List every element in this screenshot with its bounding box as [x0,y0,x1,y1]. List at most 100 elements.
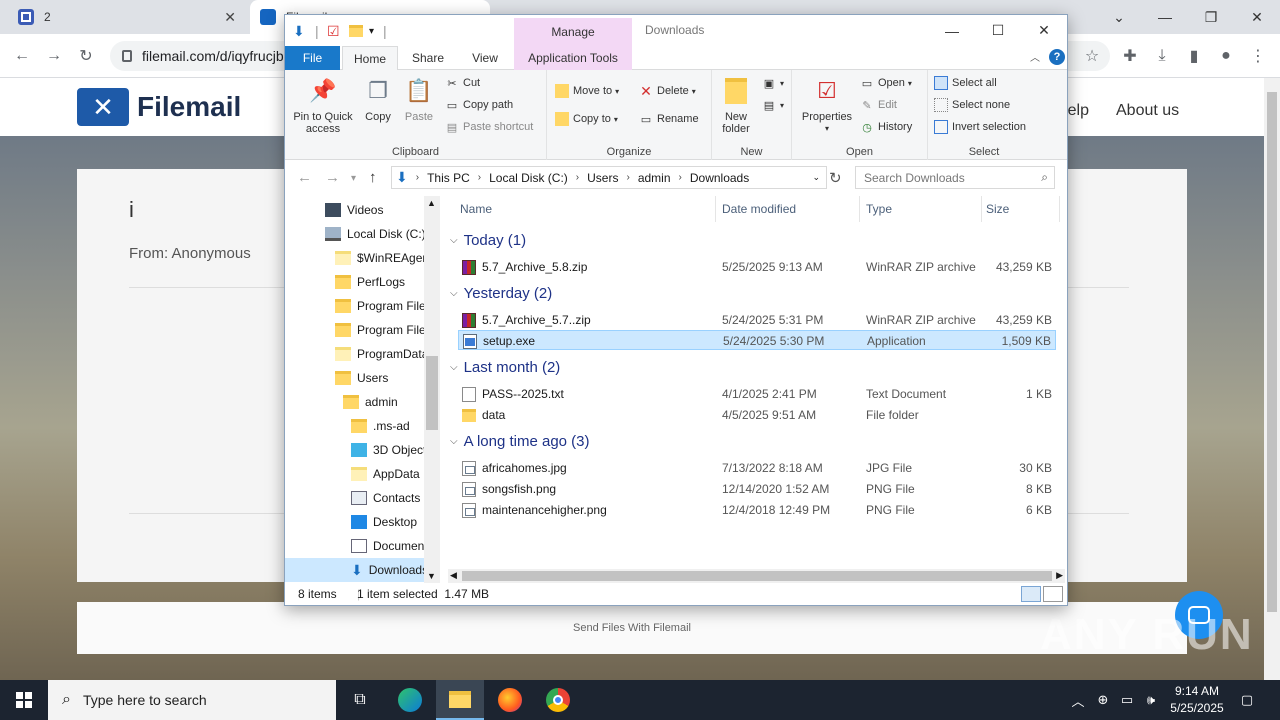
nav-item-winreagent[interactable]: $WinREAgent [335,246,432,270]
rename-button[interactable]: ▭ Rename [639,112,699,126]
scroll-right-icon[interactable]: ▶ [1056,570,1063,581]
tab-view[interactable]: View [457,46,513,70]
group-header[interactable]: ⌵ Today (1) [450,232,526,249]
nav-item-3d-objects[interactable]: 3D Objects [351,438,432,462]
paste-button[interactable]: 📋 Paste [401,74,437,124]
tab-file[interactable]: File [285,46,340,70]
group-header[interactable]: ⌵ A long time ago (3) [450,433,590,450]
crumb-admin[interactable]: admin [638,171,671,185]
nav-item-appdata[interactable]: AppData [351,462,420,486]
column-type[interactable]: Type [862,196,982,222]
close-window-button[interactable]: ✕ [1234,0,1280,34]
profile-avatar-icon[interactable]: ● [1214,44,1238,68]
new-folder-qat-icon[interactable] [349,21,363,41]
invert-selection-button[interactable]: Invert selection [934,120,1026,134]
recent-locations-icon[interactable]: ▾ [351,173,356,184]
file-row[interactable]: 5.7_Archive_5.8.zip 5/25/2025 9:13 AM Wi… [458,257,1056,277]
address-dropdown-icon[interactable]: ⌄ [812,172,820,183]
nav-item-desktop[interactable]: Desktop [351,510,417,534]
scrollbar-thumb[interactable] [1267,92,1277,612]
column-name[interactable]: Name [456,196,716,222]
properties-button[interactable]: ☑ Properties ▾ [800,74,854,135]
forward-icon[interactable]: → [325,169,340,186]
nav-item-videos[interactable]: Videos [325,198,383,222]
details-view-icon[interactable] [1021,586,1041,602]
back-icon[interactable]: ← [297,169,312,186]
page-scrollbar[interactable] [1264,78,1280,680]
nav-item-contacts[interactable]: Contacts [351,486,420,510]
copy-to-button[interactable]: Copy to ▾ [555,112,618,126]
nav-item-program-files[interactable]: Program Files [335,294,432,318]
nav-item-admin[interactable]: admin [343,390,398,414]
nav-item-downloads[interactable]: ⬇ Downloads [285,558,428,582]
copy-path-button[interactable]: ▭ Copy path [445,98,513,112]
nav-item-perflogs[interactable]: PerfLogs [335,270,405,294]
file-row[interactable]: 5.7_Archive_5.7..zip 5/24/2025 5:31 PM W… [458,310,1056,330]
file-explorer-icon[interactable] [436,680,484,720]
crumb-downloads[interactable]: Downloads [690,171,749,185]
forward-icon[interactable]: → [42,44,66,68]
column-date-modified[interactable]: Date modified [718,196,860,222]
restore-button[interactable]: ❐ [1188,0,1234,34]
nav-item-ms-ad[interactable]: .ms-ad [351,414,410,438]
file-row[interactable]: songsfish.png 12/14/2020 1:52 AM PNG Fil… [458,479,1056,499]
side-panel-icon[interactable]: ▮ [1182,44,1206,68]
edge-icon[interactable] [386,680,434,720]
download-icon[interactable]: ⤓ [1150,44,1174,68]
pin-quick-access-button[interactable]: 📌 Pin to Quick access [291,74,355,136]
cut-button[interactable]: ✂ Cut [445,76,480,90]
task-view-icon[interactable]: ⧉ [336,680,384,720]
explorer-minimize-button[interactable]: — [929,15,975,46]
properties-qat-icon[interactable]: ☑ [327,21,340,41]
system-clock[interactable]: 9:14 AM 5/25/2025 [1160,683,1234,717]
taskbar-search-box[interactable]: ⌕ Type here to search [48,680,336,720]
select-none-button[interactable]: Select none [934,98,1010,112]
tab-search-icon[interactable]: ⌄ [1096,0,1142,34]
nav-pane-scrollbar[interactable]: ▲ ▼ [424,196,440,583]
nav-about-link[interactable]: About us [1116,102,1179,120]
tab-share[interactable]: Share [401,46,455,70]
group-header[interactable]: ⌵ Yesterday (2) [450,285,552,302]
volume-icon[interactable]: 🕪 [1140,680,1162,720]
edit-button[interactable]: ✎ Edit [860,98,897,112]
file-row[interactable]: africahomes.jpg 7/13/2022 8:18 AM JPG Fi… [458,458,1056,478]
start-button[interactable] [0,680,48,720]
tab-application-tools[interactable]: Application Tools [514,46,632,70]
scroll-left-icon[interactable]: ◀ [450,570,457,581]
crumb-users[interactable]: Users [587,171,618,185]
collapse-ribbon-icon[interactable]: ︿ [1030,49,1040,64]
paste-shortcut-button[interactable]: ▤ Paste shortcut [445,120,534,134]
nav-item-documents[interactable]: Documents [351,534,434,558]
search-input[interactable]: Search Downloads ⌕ [855,166,1055,189]
firefox-icon[interactable] [486,680,534,720]
column-size[interactable]: Size [982,196,1060,222]
crumb-this-pc[interactable]: This PC [427,171,470,185]
new-item-button[interactable]: ▣ ▾ [762,76,784,90]
crumb-local-disk[interactable]: Local Disk (C:) [489,171,568,185]
move-to-button[interactable]: Move to ▾ [555,84,619,98]
refresh-icon[interactable]: ↻ [829,169,842,187]
browser-tab[interactable]: 2 ✕ [8,0,246,34]
minimize-button[interactable]: — [1142,0,1188,34]
reload-icon[interactable]: ↻ [74,44,98,68]
chrome-icon[interactable] [534,680,582,720]
quick-access-down-arrow-icon[interactable]: ⬇ [293,21,305,41]
nav-item-users[interactable]: Users [335,366,388,390]
explorer-maximize-button[interactable]: ☐ [975,15,1021,46]
help-icon[interactable]: ? [1049,49,1065,65]
delete-button[interactable]: ✕ Delete ▾ [639,83,696,99]
nav-item-program-files-x86[interactable]: Program Files [335,318,432,342]
easy-access-button[interactable]: ▤ ▾ [762,98,784,112]
open-button[interactable]: ▭ Open ▾ [860,76,912,90]
extensions-icon[interactable]: ✚ [1118,44,1142,68]
large-icons-view-icon[interactable] [1043,586,1063,602]
history-button[interactable]: ◷ History [860,120,912,134]
scrollbar-thumb[interactable] [426,356,438,430]
file-list-horizontal-scrollbar[interactable]: ◀ ▶ [448,569,1065,583]
tab-home[interactable]: Home [342,46,398,71]
close-tab-icon[interactable]: ✕ [224,9,236,26]
nav-item-local-disk[interactable]: Local Disk (C:) [325,222,426,246]
breadcrumb[interactable]: ⬇ › This PC › Local Disk (C:) › Users › … [391,166,827,189]
file-row[interactable]: maintenancehigher.png 12/4/2018 12:49 PM… [458,500,1056,520]
nav-item-programdata[interactable]: ProgramData [335,342,428,366]
